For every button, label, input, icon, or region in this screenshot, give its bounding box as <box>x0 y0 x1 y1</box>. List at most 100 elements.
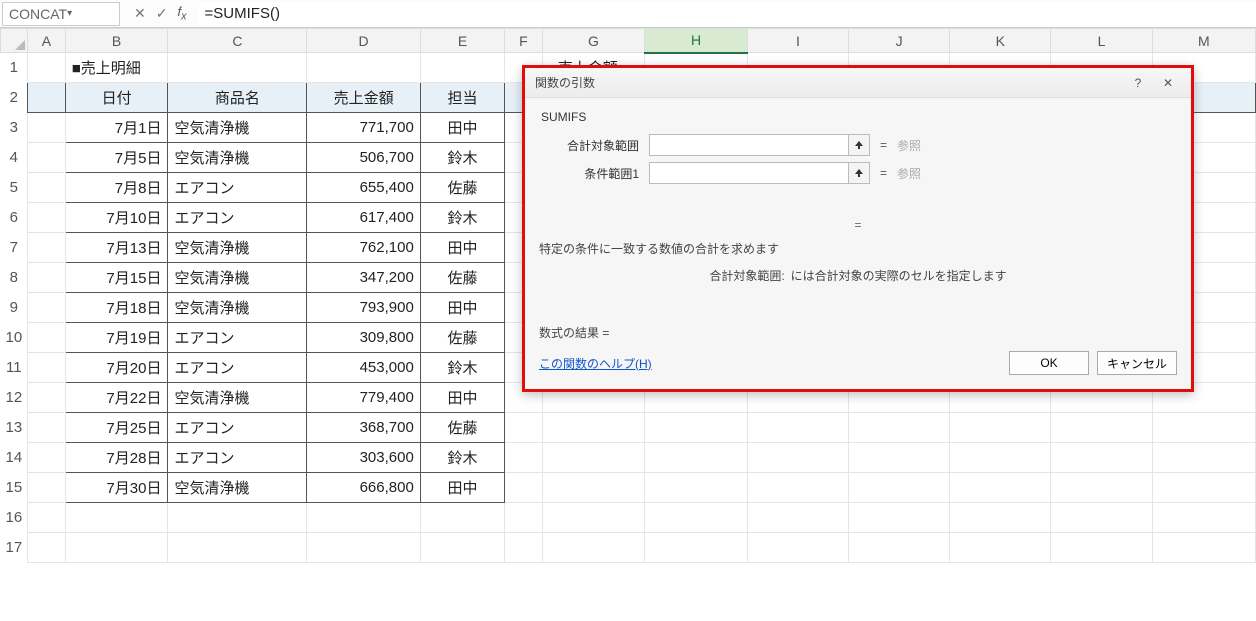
cell[interactable]: 商品名 <box>168 83 307 113</box>
cell[interactable] <box>542 503 645 533</box>
cell[interactable]: 771,700 <box>307 113 420 143</box>
cell[interactable]: 空気清浄機 <box>168 233 307 263</box>
cell[interactable] <box>28 293 66 323</box>
cell[interactable]: 303,600 <box>307 443 420 473</box>
cell[interactable] <box>28 503 66 533</box>
cell[interactable] <box>747 503 848 533</box>
cell[interactable] <box>168 53 307 83</box>
row-header[interactable]: 4 <box>1 143 28 173</box>
cell[interactable] <box>505 533 543 563</box>
check-icon[interactable]: ✓ <box>156 5 168 22</box>
column-header[interactable]: M <box>1152 29 1255 53</box>
cell[interactable] <box>28 173 66 203</box>
dialog-titlebar[interactable]: 関数の引数 ? ✕ <box>525 68 1191 98</box>
cell[interactable] <box>65 503 168 533</box>
cell[interactable] <box>28 113 66 143</box>
column-header[interactable]: A <box>28 29 66 53</box>
cell[interactable]: 7月15日 <box>65 263 168 293</box>
cell[interactable]: 空気清浄機 <box>168 383 307 413</box>
cell[interactable] <box>1051 473 1152 503</box>
range-picker-button[interactable] <box>848 162 870 184</box>
cell[interactable] <box>747 413 848 443</box>
column-header[interactable]: H <box>645 29 748 53</box>
cell[interactable]: 鈴木 <box>420 143 504 173</box>
cell[interactable]: 7月28日 <box>65 443 168 473</box>
row-header[interactable]: 10 <box>1 323 28 353</box>
cell[interactable]: 田中 <box>420 293 504 323</box>
cell[interactable]: エアコン <box>168 443 307 473</box>
cell[interactable] <box>645 443 748 473</box>
cell[interactable]: エアコン <box>168 323 307 353</box>
cell[interactable]: 売上金額 <box>307 83 420 113</box>
cell[interactable] <box>747 533 848 563</box>
row-header[interactable]: 7 <box>1 233 28 263</box>
cell[interactable] <box>542 533 645 563</box>
row-header[interactable]: 2 <box>1 83 28 113</box>
cancel-icon[interactable]: ✕ <box>134 5 146 22</box>
cell[interactable]: 506,700 <box>307 143 420 173</box>
cell[interactable] <box>420 53 504 83</box>
cell[interactable] <box>645 533 748 563</box>
cell[interactable]: エアコン <box>168 203 307 233</box>
row-header[interactable]: 3 <box>1 113 28 143</box>
cell[interactable]: 7月18日 <box>65 293 168 323</box>
row-header[interactable]: 9 <box>1 293 28 323</box>
cell[interactable] <box>28 83 66 113</box>
column-header[interactable]: L <box>1051 29 1152 53</box>
cell[interactable]: 田中 <box>420 233 504 263</box>
cell[interactable]: 7月13日 <box>65 233 168 263</box>
cell[interactable]: 佐藤 <box>420 173 504 203</box>
cell[interactable] <box>1051 413 1152 443</box>
cell[interactable]: 日付 <box>65 83 168 113</box>
column-header[interactable]: I <box>747 29 848 53</box>
chevron-down-icon[interactable]: ▾ <box>67 8 113 19</box>
cell[interactable] <box>645 503 748 533</box>
cell[interactable] <box>28 203 66 233</box>
cell[interactable] <box>505 443 543 473</box>
cell[interactable]: 佐藤 <box>420 323 504 353</box>
row-header[interactable]: 12 <box>1 383 28 413</box>
cell[interactable] <box>849 533 950 563</box>
cell[interactable]: エアコン <box>168 413 307 443</box>
cell[interactable] <box>28 353 66 383</box>
cell[interactable] <box>849 503 950 533</box>
cell[interactable] <box>1051 503 1152 533</box>
criteria-range-input[interactable] <box>649 162 849 184</box>
column-header[interactable]: F <box>505 29 543 53</box>
cell[interactable]: 617,400 <box>307 203 420 233</box>
cell[interactable] <box>1051 443 1152 473</box>
cell[interactable] <box>950 473 1051 503</box>
cell[interactable]: 7月5日 <box>65 143 168 173</box>
cell[interactable] <box>950 413 1051 443</box>
cell[interactable]: 666,800 <box>307 473 420 503</box>
cell[interactable] <box>542 443 645 473</box>
cell[interactable] <box>645 413 748 443</box>
cell[interactable]: 762,100 <box>307 233 420 263</box>
cell[interactable]: 7月8日 <box>65 173 168 203</box>
cell[interactable] <box>747 473 848 503</box>
cell[interactable]: ■売上明細 <box>65 53 168 83</box>
cell[interactable]: 347,200 <box>307 263 420 293</box>
fx-icon[interactable]: fx <box>177 4 186 23</box>
column-header[interactable]: C <box>168 29 307 53</box>
cell[interactable]: エアコン <box>168 173 307 203</box>
cell[interactable] <box>168 533 307 563</box>
cell[interactable] <box>542 473 645 503</box>
cell[interactable]: 空気清浄機 <box>168 293 307 323</box>
cell[interactable] <box>1152 443 1255 473</box>
cell[interactable] <box>1152 413 1255 443</box>
cell[interactable]: 453,000 <box>307 353 420 383</box>
row-header[interactable]: 15 <box>1 473 28 503</box>
cell[interactable] <box>307 533 420 563</box>
cell[interactable]: 空気清浄機 <box>168 113 307 143</box>
cell[interactable] <box>849 413 950 443</box>
row-header[interactable]: 1 <box>1 53 28 83</box>
cell[interactable] <box>28 383 66 413</box>
cell[interactable] <box>420 533 504 563</box>
column-header[interactable]: B <box>65 29 168 53</box>
help-icon[interactable]: ? <box>1123 76 1153 90</box>
cell[interactable]: 7月1日 <box>65 113 168 143</box>
cell[interactable] <box>65 533 168 563</box>
cell[interactable] <box>645 473 748 503</box>
column-header[interactable]: E <box>420 29 504 53</box>
